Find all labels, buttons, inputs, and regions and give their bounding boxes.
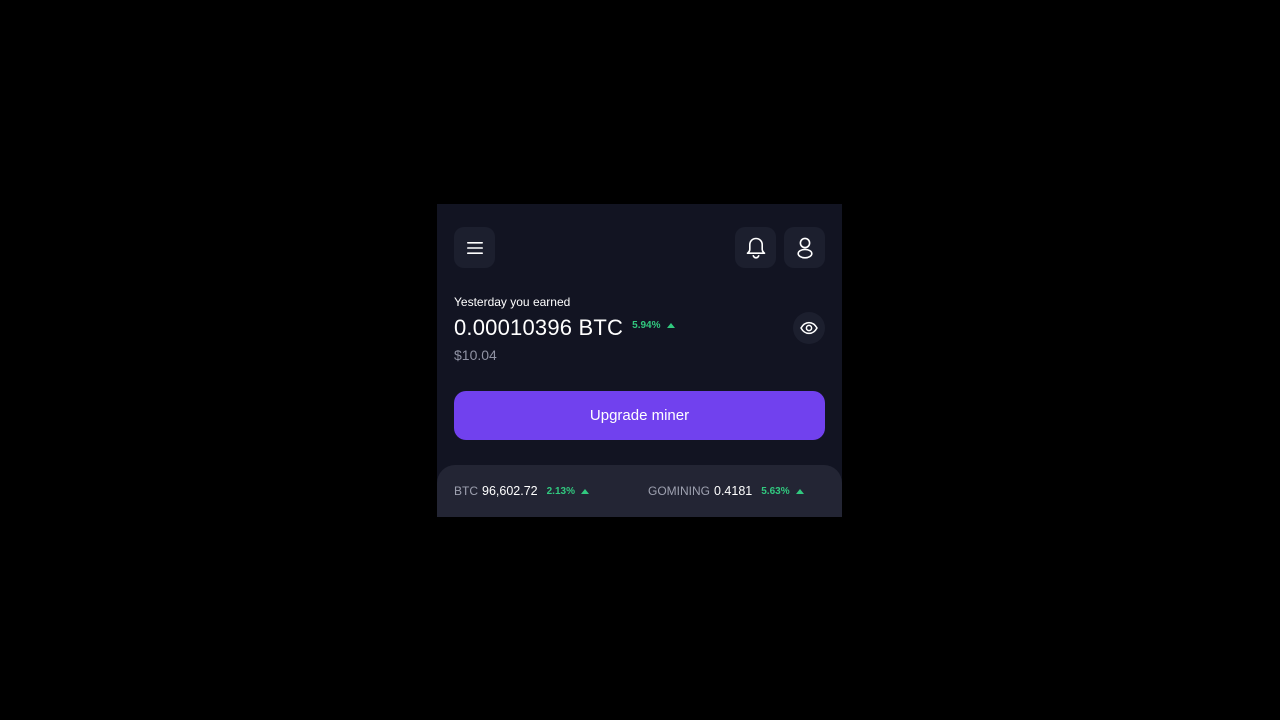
ticker-price: 96,602.72 [482,484,538,498]
price-ticker: BTC 96,602.72 2.13% GOMINING 0.4181 5.63… [437,465,842,517]
menu-button[interactable] [454,227,495,268]
ticker-item-btc[interactable]: BTC 96,602.72 2.13% [454,465,589,517]
ticker-change-value: 5.63% [761,485,790,497]
user-icon [795,236,815,260]
hamburger-menu-icon [466,241,484,255]
earnings-change-value: 5.94% [632,319,661,331]
ticker-price: 0.4181 [714,484,753,498]
arrow-up-icon [666,322,675,328]
arrow-up-icon [580,488,589,494]
earnings-change-badge: 5.94% [632,319,675,331]
earnings-label: Yesterday you earned [454,295,571,309]
ticker-symbol: BTC [454,484,478,498]
app-screen: Yesterday you earned 0.00010396 BTC 5.94… [437,204,842,517]
upgrade-miner-button[interactable]: Upgrade miner [454,391,825,440]
ticker-symbol: GOMINING [648,484,710,498]
earnings-usd-value: $10.04 [454,347,497,363]
profile-button[interactable] [784,227,825,268]
ticker-change-badge: 5.63% [761,485,804,497]
notifications-button[interactable] [735,227,776,268]
arrow-up-icon [795,488,804,494]
toggle-balance-visibility-button[interactable] [793,312,825,344]
earnings-amount-row: 0.00010396 BTC 5.94% [454,315,675,341]
ticker-item-gomining[interactable]: GOMINING 0.4181 5.63% [648,465,804,517]
bell-icon [745,236,767,260]
ticker-change-badge: 2.13% [547,486,589,497]
ticker-change-value: 2.13% [546,485,575,497]
earnings-amount: 0.00010396 BTC [454,315,624,340]
eye-icon [800,321,818,335]
